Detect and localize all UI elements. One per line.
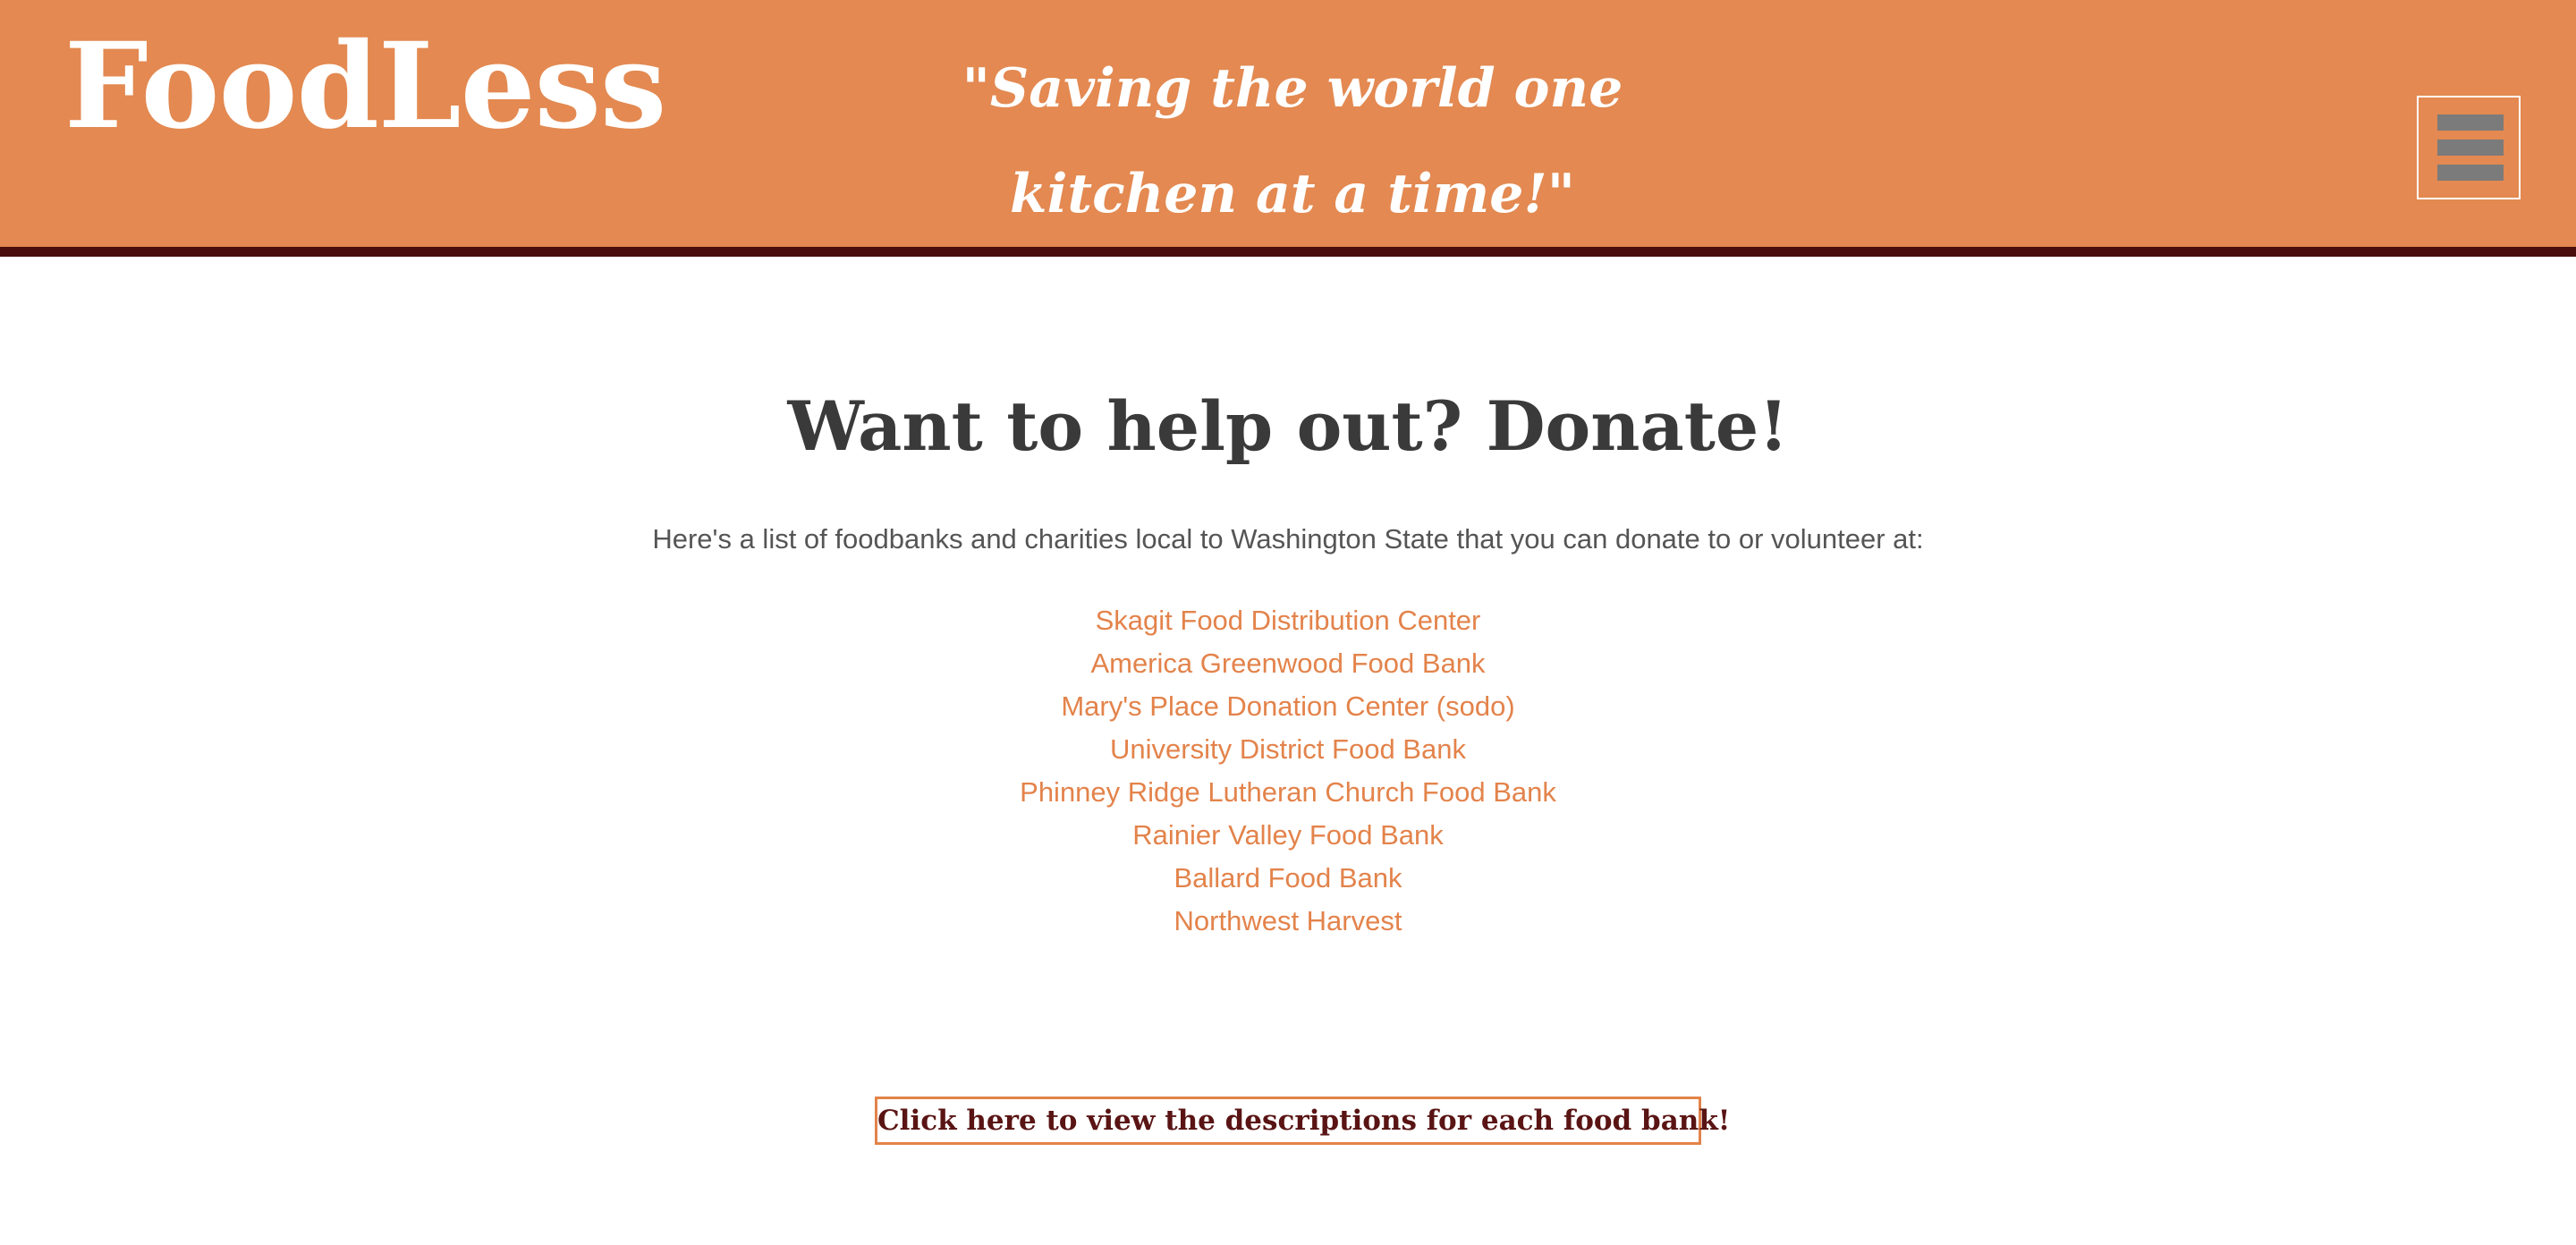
list-item: Northwest Harvest [0,900,2576,943]
list-item: America Greenwood Food Bank [0,642,2576,685]
list-item: Phinney Ridge Lutheran Church Food Bank [0,771,2576,814]
food-bank-list: Skagit Food Distribution Center America … [0,599,2576,943]
page-title: Want to help out? Donate! [787,386,1789,466]
site-tagline: "Saving the world one kitchen at a time!… [962,57,1623,225]
food-bank-link-northwest-harvest[interactable]: Northwest Harvest [1174,905,1402,936]
intro-text: Here's a list of foodbanks and charities… [652,523,1924,555]
site-logo[interactable]: FoodLess [64,20,666,154]
list-item: Ballard Food Bank [0,857,2576,900]
food-bank-link-greenwood[interactable]: America Greenwood Food Bank [1090,648,1485,679]
food-bank-link-ballard[interactable]: Ballard Food Bank [1174,862,1402,894]
list-item: University District Food Bank [0,728,2576,771]
site-header: FoodLess "Saving the world one kitchen a… [0,0,2576,257]
food-bank-link-phinney-ridge[interactable]: Phinney Ridge Lutheran Church Food Bank [1020,776,1556,808]
food-bank-link-university-district[interactable]: University District Food Bank [1110,733,1466,765]
menu-button[interactable] [2417,96,2521,199]
view-descriptions-button[interactable]: Click here to view the descriptions for … [875,1097,1730,1145]
list-item: Rainier Valley Food Bank [0,814,2576,857]
food-bank-link-marys-place[interactable]: Mary's Place Donation Center (sodo) [1061,690,1514,722]
list-item: Mary's Place Donation Center (sodo) [0,685,2576,728]
menu-bar [2437,114,2504,131]
food-bank-link-rainier-valley[interactable]: Rainier Valley Food Bank [1132,819,1444,851]
food-bank-link-skagit[interactable]: Skagit Food Distribution Center [1096,605,1481,636]
menu-bar [2437,140,2504,156]
list-item: Skagit Food Distribution Center [0,599,2576,642]
menu-bar [2437,165,2504,181]
